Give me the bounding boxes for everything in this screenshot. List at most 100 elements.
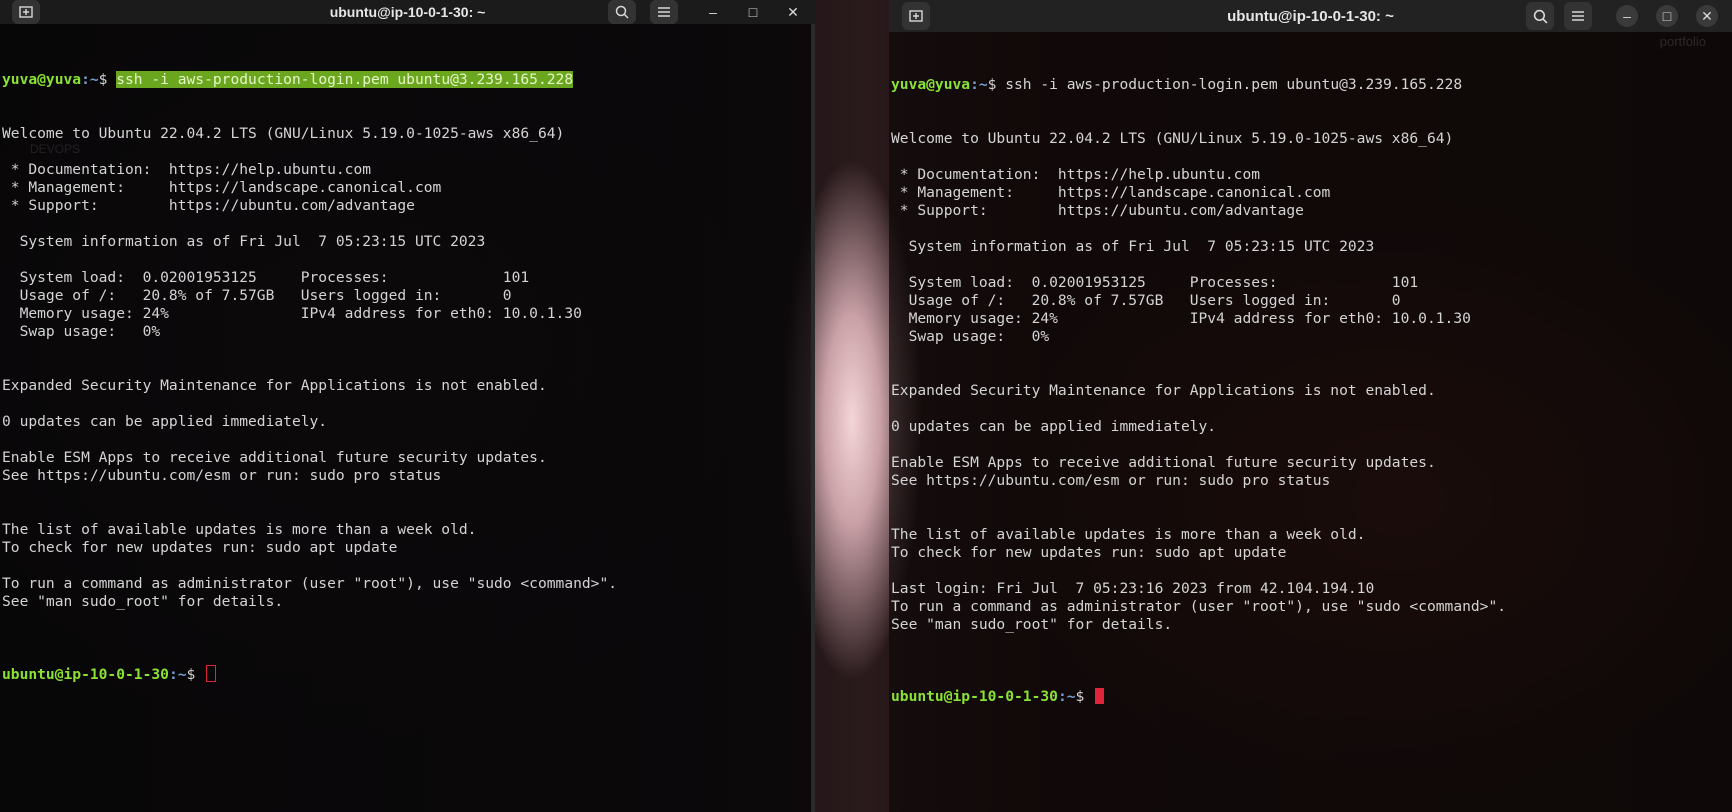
terminal-output-line: Expanded Security Maintenance for Applic…	[891, 382, 1436, 399]
window-divider	[811, 24, 815, 812]
terminal-output-line: * Management: https://landscape.canonica…	[2, 179, 442, 196]
prompt-symbol: $	[987, 76, 1006, 93]
terminal-output-left[interactable]: yuva@yuva:~$ ssh -i aws-production-login…	[2, 35, 815, 719]
hamburger-menu-icon	[658, 7, 670, 17]
prompt-user: yuva@yuva	[891, 76, 971, 93]
terminal-window-left[interactable]: ubuntu@ip-10-0-1-30: ~ – □ ✕ DEVOPS yuva…	[0, 0, 815, 812]
terminal-output-line: Expanded Security Maintenance for Applic…	[2, 377, 547, 394]
terminal-output-line: To run a command as administrator (user …	[891, 598, 1507, 615]
minimize-button[interactable]: –	[702, 1, 724, 23]
new-tab-icon	[19, 6, 33, 18]
close-button[interactable]: ✕	[782, 1, 804, 23]
prompt-user: yuva@yuva	[2, 71, 82, 88]
window-title: ubuntu@ip-10-0-1-30: ~	[1227, 7, 1394, 25]
terminal-output-line: System load: 0.02001953125 Processes: 10…	[891, 274, 1419, 291]
prompt-symbol: $	[98, 71, 117, 88]
search-button[interactable]	[608, 0, 636, 24]
terminal-window-right[interactable]: ubuntu@ip-10-0-1-30: ~ – □ ✕ portfolio y…	[889, 0, 1732, 812]
terminal-output-line: * Documentation: https://help.ubuntu.com	[2, 161, 372, 178]
new-tab-icon	[909, 10, 923, 22]
terminal-output-line: Welcome to Ubuntu 22.04.2 LTS (GNU/Linux…	[891, 130, 1454, 147]
close-button[interactable]: ✕	[1696, 5, 1718, 27]
prompt-user: ubuntu@ip-10-0-1-30	[891, 688, 1058, 705]
command-line: yuva@yuva:~$ ssh -i aws-production-login…	[2, 71, 815, 89]
prompt-path: :~	[1057, 688, 1076, 705]
terminal-output-line: Enable ESM Apps to receive additional fu…	[891, 454, 1436, 471]
terminal-output-line: Last login: Fri Jul 7 05:23:16 2023 from…	[891, 580, 1375, 597]
terminal-output-line: * Support: https://ubuntu.com/advantage	[891, 202, 1304, 219]
terminal-output-line: * Documentation: https://help.ubuntu.com	[891, 166, 1261, 183]
terminal-output-line: To check for new updates run: sudo apt u…	[891, 544, 1287, 561]
maximize-button[interactable]: □	[1656, 5, 1678, 27]
output-lines: Welcome to Ubuntu 22.04.2 LTS (GNU/Linux…	[891, 130, 1732, 652]
terminal-output-line: See "man sudo_root" for details.	[2, 593, 284, 610]
terminal-output-line: Enable ESM Apps to receive additional fu…	[2, 449, 547, 466]
minimize-button[interactable]: –	[1616, 5, 1638, 27]
titlebar-right[interactable]: ubuntu@ip-10-0-1-30: ~ – □ ✕	[889, 0, 1732, 32]
search-button[interactable]	[1526, 2, 1554, 30]
new-tab-button[interactable]	[902, 2, 930, 30]
selected-command[interactable]: ssh -i aws-production-login.pem ubuntu@3…	[116, 71, 574, 88]
terminal-output-line: Usage of /: 20.8% of 7.57GB Users logged…	[891, 292, 1401, 309]
terminal-output-line: To run a command as administrator (user …	[2, 575, 618, 592]
terminal-output-line: See "man sudo_root" for details.	[891, 616, 1173, 633]
titlebar-left[interactable]: ubuntu@ip-10-0-1-30: ~ – □ ✕	[0, 0, 815, 24]
terminal-output-line: * Support: https://ubuntu.com/advantage	[2, 197, 415, 214]
search-icon	[615, 5, 629, 19]
prompt-symbol: $	[1075, 688, 1094, 705]
terminal-output-right[interactable]: yuva@yuva:~$ ssh -i aws-production-login…	[891, 40, 1732, 742]
prompt-path: :~	[970, 76, 988, 93]
hamburger-menu-icon	[1572, 11, 1584, 21]
terminal-output-line: Swap usage: 0%	[2, 323, 161, 340]
terminal-output-line: See https://ubuntu.com/esm or run: sudo …	[891, 472, 1331, 489]
terminal-output-line: Welcome to Ubuntu 22.04.2 LTS (GNU/Linux…	[2, 125, 565, 142]
terminal-output-line: The list of available updates is more th…	[891, 526, 1366, 543]
terminal-output-line: Swap usage: 0%	[891, 328, 1050, 345]
prompt-user: ubuntu@ip-10-0-1-30	[2, 666, 169, 683]
terminal-output-line: See https://ubuntu.com/esm or run: sudo …	[2, 467, 442, 484]
terminal-output-line: Memory usage: 24% IPv4 address for eth0:…	[891, 310, 1471, 327]
command-line: yuva@yuva:~$ ssh -i aws-production-login…	[891, 76, 1732, 94]
prompt-symbol: $	[186, 666, 205, 683]
menu-button[interactable]	[650, 0, 678, 24]
terminal-output-line: System information as of Fri Jul 7 05:23…	[2, 233, 486, 250]
new-tab-button[interactable]	[12, 0, 40, 24]
terminal-output-line: System information as of Fri Jul 7 05:23…	[891, 238, 1375, 255]
terminal-output-line: Usage of /: 20.8% of 7.57GB Users logged…	[2, 287, 512, 304]
maximize-button[interactable]: □	[742, 1, 764, 23]
search-icon	[1533, 9, 1547, 23]
text-cursor	[1095, 688, 1105, 704]
terminal-output-line: 0 updates can be applied immediately.	[891, 418, 1217, 435]
terminal-output-line: * Management: https://landscape.canonica…	[891, 184, 1331, 201]
terminal-output-line: To check for new updates run: sudo apt u…	[2, 539, 398, 556]
active-prompt-line[interactable]: ubuntu@ip-10-0-1-30:~$	[2, 665, 815, 683]
active-prompt-line[interactable]: ubuntu@ip-10-0-1-30:~$	[891, 688, 1732, 706]
menu-button[interactable]	[1564, 2, 1592, 30]
terminal-output-line: The list of available updates is more th…	[2, 521, 477, 538]
text-cursor	[206, 665, 217, 682]
prompt-path: :~	[81, 71, 99, 88]
terminal-output-line: Memory usage: 24% IPv4 address for eth0:…	[2, 305, 582, 322]
output-lines: Welcome to Ubuntu 22.04.2 LTS (GNU/Linux…	[2, 125, 815, 629]
